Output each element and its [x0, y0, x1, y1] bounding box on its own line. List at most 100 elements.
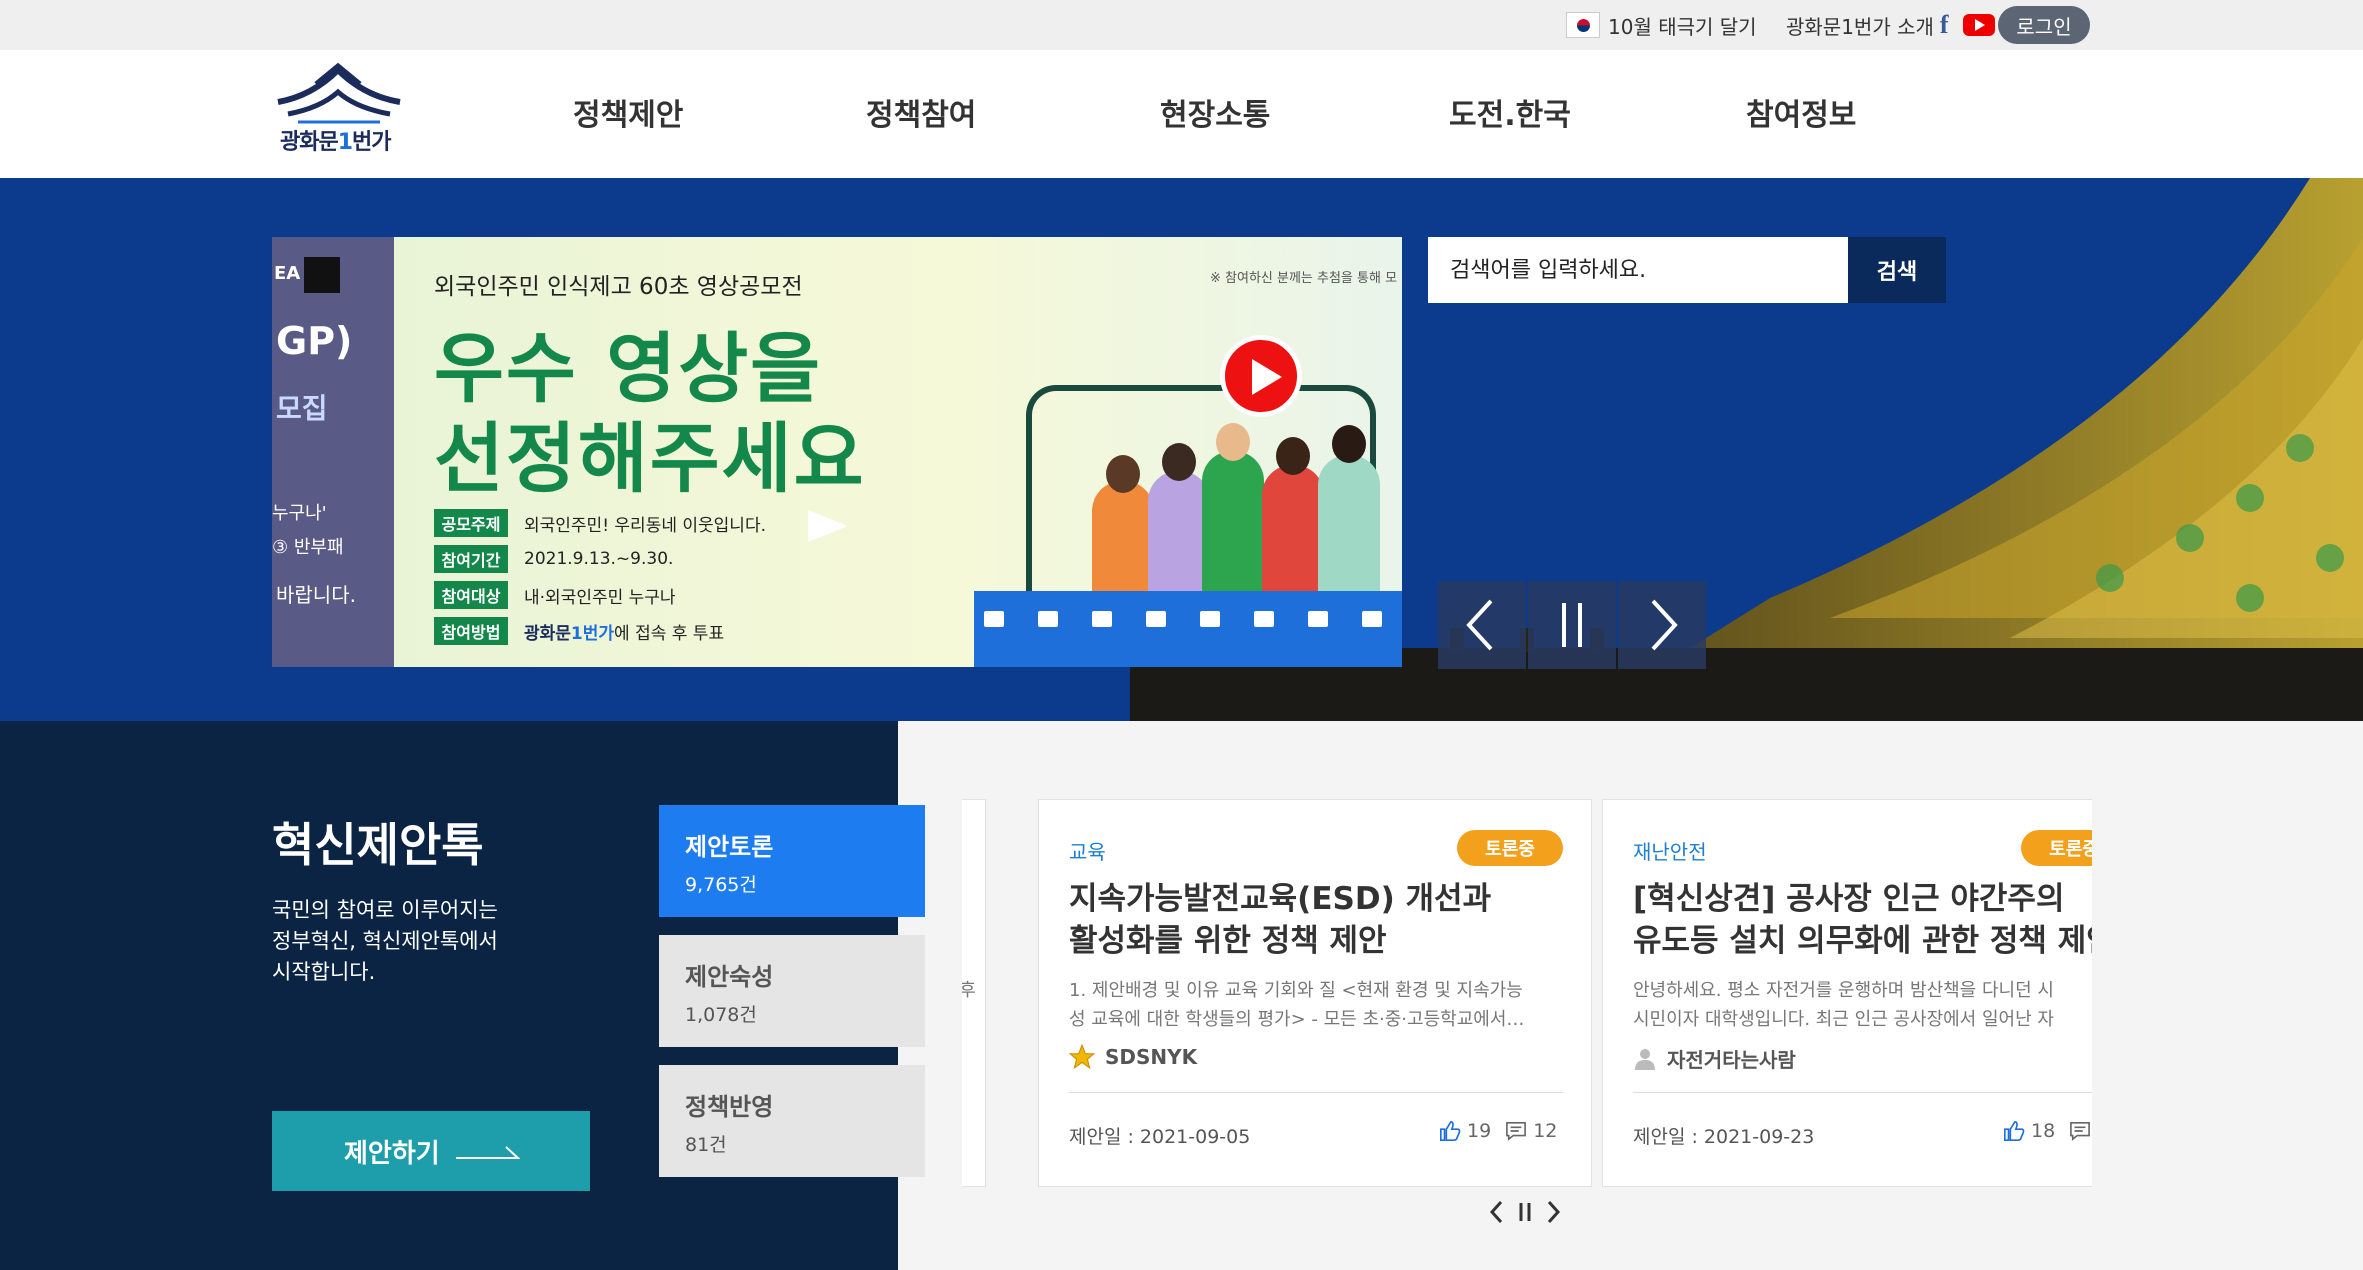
- card-title-line: 유도등 설치 의무화에 관한 정책 제안: [1633, 923, 2092, 959]
- row-value: 광화문1번가에 접속 후 투표: [524, 619, 724, 644]
- chevron-left-icon[interactable]: [1486, 1198, 1508, 1226]
- person-head: [1276, 437, 1310, 475]
- peek-line2: ③ 반부패: [272, 537, 344, 558]
- card-title[interactable]: 지속가능발전교육(ESD) 개선과 활성화를 위한 정책 제안: [1069, 878, 1629, 962]
- long-arrow-right-icon: [456, 1146, 520, 1159]
- row-value: 2021.9.13.~9.30.: [524, 549, 674, 569]
- logo-text-main: 광화문: [280, 130, 339, 155]
- chevron-left-icon: [1466, 599, 1493, 651]
- logo-text-num: 1: [337, 130, 353, 155]
- login-button[interactable]: 로그인: [1998, 6, 2090, 44]
- nav-policy-proposal[interactable]: 정책제안: [573, 90, 683, 134]
- tab-count: 1,078건: [685, 1004, 757, 1026]
- youtube-icon[interactable]: [1962, 14, 1995, 36]
- card-summary-line: 시민이자 대학생입니다. 최근 인근 공사장에서 일어난 자: [1633, 1009, 2054, 1030]
- banner-film-strip: [974, 591, 1402, 667]
- banner-subtitle: 외국인주민 인식제고 60초 영상공모전: [434, 274, 803, 300]
- flag-link[interactable]: 10월 태극기 달기: [1566, 8, 1757, 42]
- card-body-fragment: 등 후: [962, 980, 976, 1001]
- chevron-right-icon: [1651, 599, 1678, 651]
- site-logo[interactable]: 광화문1번가: [272, 62, 406, 156]
- slider-prev-button[interactable]: [1438, 581, 1526, 669]
- slider-next-button[interactable]: [1618, 581, 1706, 669]
- method-site-num: 1번가: [570, 623, 615, 644]
- previous-slide-peek: EA GP) 모집 누구나' ③ 반부패 바랍니다.: [272, 237, 394, 667]
- palace-roof-icon: [277, 62, 401, 124]
- person-illustration: [1262, 465, 1324, 591]
- tab-discussion[interactable]: 제안토론 9,765건: [659, 805, 925, 917]
- peek-ea: EA: [274, 263, 301, 284]
- intro-link-label: 광화문1번가 소개: [1786, 14, 1934, 39]
- film-hole: [1092, 611, 1112, 627]
- card-category: 재난안전: [1633, 840, 1707, 864]
- tab-count: 9,765건: [685, 874, 757, 896]
- person-head: [1332, 425, 1366, 463]
- card-date: 제안일 : 2021-09-23: [1633, 1126, 1815, 1148]
- card-summary-line: 안녕하세요. 평소 자전거를 운행하며 밤산책을 다니던 시: [1633, 980, 2054, 1001]
- user-icon: [1635, 1048, 1655, 1070]
- logo-text: 광화문1번가: [280, 124, 392, 156]
- tab-maturing[interactable]: 제안숙성 1,078건: [659, 935, 925, 1047]
- card-summary-line: 1. 제안배경 및 이유 교육 기회와 질 <현재 환경 및 지속가능: [1069, 980, 1523, 1001]
- film-hole: [1362, 611, 1382, 627]
- method-site: 광화문: [524, 623, 571, 644]
- header: 광화문1번가 정책제안 정책참여 현장소통 도전.한국 참여정보: [0, 50, 2363, 178]
- nav-challenge-korea[interactable]: 도전.한국: [1449, 90, 1571, 134]
- nav-participation-info[interactable]: 참여정보: [1746, 90, 1856, 134]
- card-title-line: [혁신상견] 공사장 인근 야간주의: [1633, 881, 2065, 917]
- hero-section: EA GP) 모집 누구나' ③ 반부패 바랍니다. 외국인주민 인식제고 60…: [0, 178, 2363, 721]
- nav-field-communication[interactable]: 현장소통: [1160, 90, 1270, 134]
- tab-count: 81건: [685, 1134, 727, 1156]
- film-hole: [1308, 611, 1328, 627]
- chevron-right-icon[interactable]: [1542, 1198, 1564, 1226]
- tab-label: 제안숙성: [685, 963, 774, 991]
- card-author: SDSNYK: [1069, 1044, 1197, 1070]
- row-value: 내·외국인주민 누구나: [524, 587, 676, 608]
- search-input[interactable]: [1428, 237, 1848, 303]
- like-count: 19: [1467, 1120, 1492, 1142]
- card-category: 교육: [1069, 840, 1106, 864]
- thumbs-up-icon: [1440, 1121, 1461, 1141]
- person-illustration: [1148, 471, 1210, 591]
- thumbs-up-icon: [2004, 1121, 2025, 1141]
- card-title[interactable]: [혁신상견] 공사장 인근 야간주의 유도등 설치 의무화에 관한 정책 제안: [1633, 878, 2092, 962]
- search-box: [1428, 237, 1848, 303]
- propose-button-label: 제안하기: [344, 1138, 440, 1169]
- nav-policy-participation[interactable]: 정책참여: [866, 90, 976, 134]
- row-key: 참여방법: [434, 617, 508, 645]
- pause-icon: [1562, 603, 1582, 647]
- film-hole: [1146, 611, 1166, 627]
- facebook-icon[interactable]: f: [1940, 10, 1949, 40]
- desc-line: 시작합니다.: [272, 960, 376, 984]
- ogp-logo: [304, 257, 340, 293]
- like-count: 18: [2031, 1120, 2056, 1142]
- banner-row-topic: 공모주제 외국인주민! 우리동네 이웃입니다.: [434, 507, 766, 539]
- person-illustration: [1092, 481, 1154, 591]
- pause-icon[interactable]: [1514, 1198, 1536, 1226]
- proposal-card-previous[interactable]: 중 등 후 :… 23: [962, 799, 986, 1187]
- proposal-card[interactable]: 재난안전 토론중 [혁신상견] 공사장 인근 야간주의 유도등 설치 의무화에 …: [1602, 799, 2092, 1187]
- row-value: 외국인주민! 우리동네 이웃입니다.: [524, 515, 766, 536]
- desc-line: 국민의 참여로 이루어지는: [272, 898, 498, 922]
- play-icon: [1220, 335, 1302, 417]
- film-hole: [1254, 611, 1274, 627]
- banner-note: ※ 참여하신 분께는 추첨을 통해 모: [1210, 271, 1398, 286]
- row-key: 공모주제: [434, 509, 508, 537]
- card-author: 자전거타는사람: [1633, 1044, 1796, 1073]
- promo-banner[interactable]: EA GP) 모집 누구나' ③ 반부패 바랍니다. 외국인주민 인식제고 60…: [272, 237, 1402, 667]
- person-head: [1162, 443, 1196, 481]
- method-rest: 에 접속 후 투표: [614, 623, 725, 644]
- intro-link[interactable]: 광화문1번가 소개 f: [1786, 8, 1995, 42]
- section-title: 혁신제안톡: [272, 818, 484, 872]
- tab-reflected[interactable]: 정책반영 81건: [659, 1065, 925, 1177]
- proposal-card[interactable]: 교육 토론중 지속가능발전교육(ESD) 개선과 활성화를 위한 정책 제안 1…: [1038, 799, 1592, 1187]
- row-key: 참여대상: [434, 581, 508, 609]
- propose-button[interactable]: 제안하기: [272, 1111, 590, 1191]
- search-button[interactable]: 검색: [1848, 237, 1946, 303]
- person-head: [1106, 455, 1140, 493]
- film-hole: [984, 611, 1004, 627]
- slider-pause-button[interactable]: [1528, 581, 1616, 669]
- card-date: 제안일 : 2021-09-05: [1069, 1126, 1251, 1148]
- status-badge: 토론중: [2021, 830, 2092, 866]
- tab-label: 정책반영: [685, 1093, 774, 1121]
